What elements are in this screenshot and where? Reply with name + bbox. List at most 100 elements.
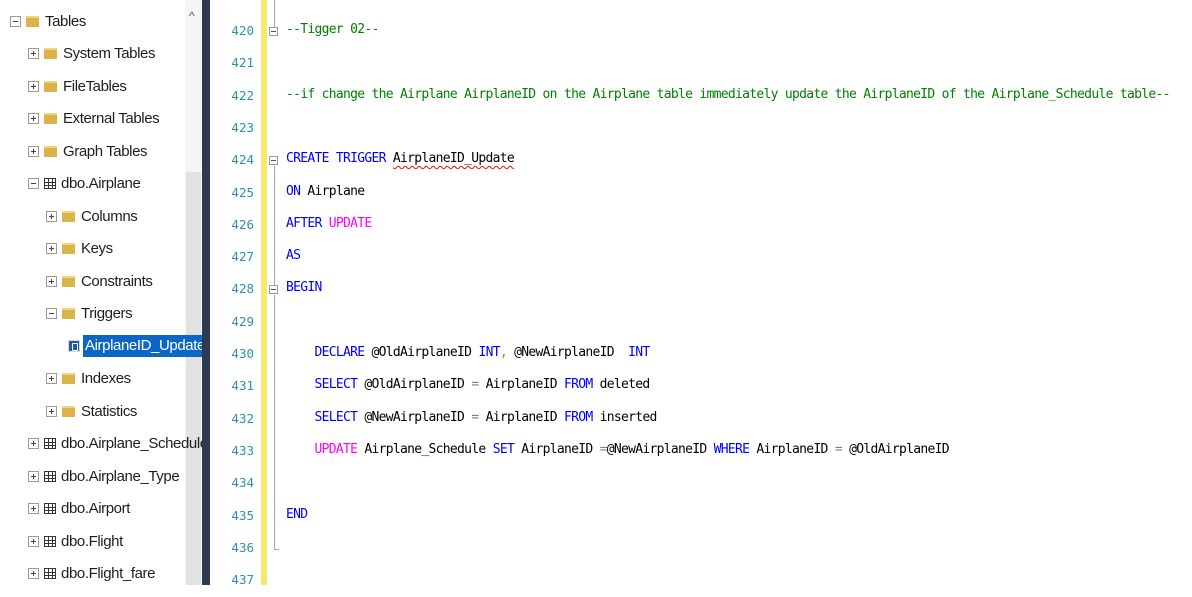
expand-icon[interactable] — [28, 80, 39, 92]
code-line[interactable]: 435 END — [210, 501, 1192, 533]
code-token: CREATE TRIGGER — [286, 151, 393, 167]
folder-icon — [44, 80, 57, 92]
code-token: INT — [478, 345, 500, 360]
code-line[interactable]: 420 --Tigger 02-- — [210, 16, 1192, 48]
code-token: AirplaneID — [521, 441, 600, 457]
code-text: UPDATE Airplane_Schedule SET AirplaneID … — [286, 441, 950, 457]
tree-node-label: dbo.Airplane_Type — [61, 467, 180, 485]
explorer-scrollbar-thumb[interactable] — [186, 172, 201, 585]
code-line[interactable]: 437 — [210, 565, 1192, 597]
line-number: 428 — [231, 281, 254, 297]
code-token: = — [471, 377, 486, 393]
code-token: = — [599, 441, 608, 457]
tree-node[interactable]: dbo.Airport — [28, 493, 130, 525]
code-token: SET — [492, 441, 522, 457]
tree-node[interactable]: dbo.Flight_fare — [28, 558, 155, 586]
expand-icon[interactable] — [28, 568, 39, 579]
tree-node[interactable]: dbo.Airplane_Schedule — [28, 428, 202, 460]
tree-node[interactable]: Tables — [10, 5, 86, 37]
tree-node[interactable]: Statistics — [46, 395, 137, 427]
code-line[interactable]: 431 SELECT @OldAirplaneID = AirplaneID F… — [210, 371, 1192, 403]
code-text: --Tigger 02-- — [286, 22, 379, 37]
code-line[interactable]: 434 — [210, 468, 1192, 500]
expand-icon[interactable] — [28, 503, 39, 514]
code-text: END — [286, 507, 308, 522]
code-token: DECLARE — [286, 345, 372, 360]
pane-splitter[interactable] — [202, 0, 210, 585]
code-line[interactable]: 433 UPDATE Airplane_Schedule SET Airplan… — [210, 436, 1192, 468]
collapse-region-icon[interactable] — [269, 156, 278, 166]
code-text: SELECT @NewAirplaneID = AirplaneID FROM … — [286, 409, 658, 425]
collapse-icon[interactable] — [46, 308, 57, 319]
code-line[interactable]: 436 — [210, 533, 1192, 565]
collapse-region-icon[interactable] — [269, 285, 278, 295]
code-line[interactable]: 426 AFTER UPDATE — [210, 210, 1192, 242]
line-number: 434 — [231, 475, 254, 491]
tree-node[interactable]: Columns — [46, 200, 138, 232]
expand-icon[interactable] — [28, 535, 39, 547]
tree-node[interactable]: Graph Tables — [28, 135, 148, 167]
folder-icon — [62, 243, 75, 254]
code-line[interactable]: 427 AS — [210, 242, 1192, 274]
line-number: 431 — [231, 378, 254, 394]
code-line[interactable]: 423 — [210, 113, 1192, 145]
code-token: BEGIN — [286, 280, 322, 296]
code-token: @OldAirplaneID — [364, 377, 472, 393]
code-text: AS — [286, 248, 301, 263]
code-line[interactable]: 430 DECLARE @OldAirplaneID INT, @NewAirp… — [210, 339, 1192, 371]
collapse-icon[interactable] — [10, 15, 21, 27]
outline-end — [274, 548, 279, 550]
expand-icon[interactable] — [46, 243, 57, 254]
line-number: 432 — [231, 410, 254, 426]
tree-node-label: dbo.Flight — [61, 532, 123, 550]
expand-icon[interactable] — [28, 145, 39, 157]
expand-icon[interactable] — [28, 48, 39, 59]
tree-node[interactable]: Constraints — [46, 265, 153, 297]
query-editor[interactable]: 420 --Tigger 02-- 421 422 --if change the Ai… — [210, 0, 1192, 587]
code-line[interactable]: 421 — [210, 48, 1192, 80]
tree-node[interactable]: dbo.Airplane — [28, 168, 141, 200]
collapse-icon[interactable] — [28, 178, 39, 189]
tree-node-label: Columns — [81, 207, 138, 225]
code-line[interactable]: 422 --if change the Airplane AirplaneID o… — [210, 81, 1192, 113]
tree-node[interactable]: System Tables — [28, 38, 155, 70]
code-token: AFTER — [286, 215, 329, 231]
code-line[interactable]: 432 SELECT @NewAirplaneID = AirplaneID F… — [210, 404, 1192, 436]
code-line[interactable]: 429 — [210, 307, 1192, 339]
tree-node[interactable]: Indexes — [46, 363, 131, 395]
tree-node[interactable]: FileTables — [28, 70, 127, 102]
code-line[interactable]: 428 BEGIN — [210, 274, 1192, 306]
tree-node[interactable]: AirplaneID_Update — [68, 330, 202, 362]
expand-icon[interactable] — [46, 275, 57, 287]
tree-node-label: System Tables — [63, 45, 156, 62]
expand-icon[interactable] — [28, 113, 39, 124]
collapse-region-icon[interactable] — [269, 27, 278, 36]
expand-icon[interactable] — [46, 210, 57, 222]
expand-icon[interactable] — [46, 405, 57, 417]
tree-node[interactable]: External Tables — [28, 103, 160, 135]
tree-node[interactable]: dbo.Airplane_Type — [28, 460, 180, 492]
tree-node[interactable]: dbo.Flight — [28, 525, 123, 557]
folder-icon — [44, 145, 57, 157]
tree-node[interactable]: Keys — [46, 233, 113, 265]
scroll-up-arrow-icon[interactable]: ^ — [189, 9, 195, 23]
tree-node[interactable]: Triggers — [46, 298, 133, 330]
code-token: --if change the Airplane AirplaneID on t… — [286, 86, 1170, 102]
code-token: Airplane_Schedule — [364, 441, 493, 457]
code-token: --Tigger 02-- — [286, 22, 379, 37]
code-token: UPDATE — [286, 441, 365, 457]
tree-node-label: Keys — [81, 240, 113, 257]
expand-icon[interactable] — [46, 373, 57, 384]
code-line[interactable]: 425 ON Airplane — [210, 178, 1192, 210]
code-text: CREATE TRIGGER AirplaneID_Update — [286, 151, 515, 167]
code-line[interactable]: 424 CREATE TRIGGER AirplaneID_Update — [210, 145, 1192, 177]
expand-icon[interactable] — [28, 438, 39, 449]
code-token: ON — [286, 183, 308, 199]
line-number: 427 — [231, 249, 254, 265]
code-token: inserted — [599, 409, 658, 425]
expand-icon[interactable] — [28, 470, 39, 482]
tree-node-label: Indexes — [81, 370, 131, 387]
code-token: FROM — [563, 409, 600, 425]
trigger-icon — [68, 340, 80, 352]
code-token: @NewAirplaneID — [606, 441, 714, 457]
